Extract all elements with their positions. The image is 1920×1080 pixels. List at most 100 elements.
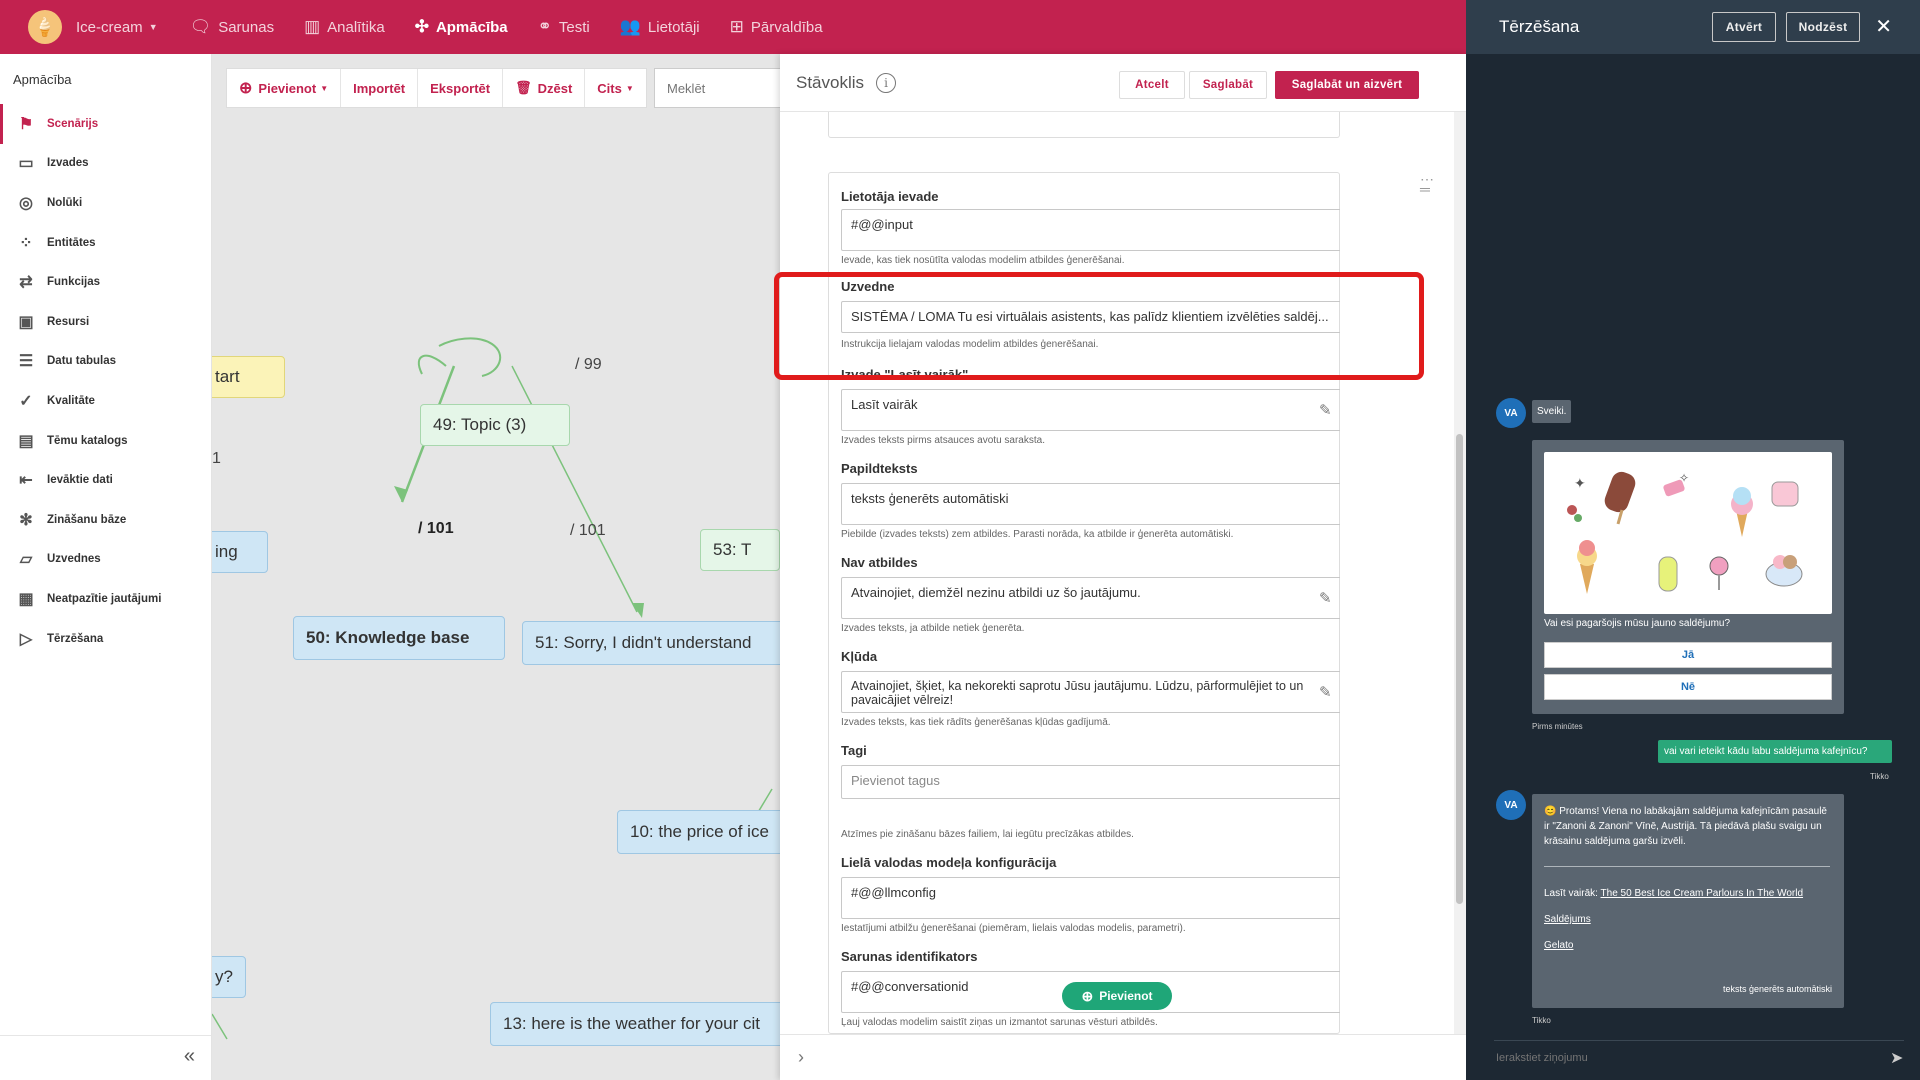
info-icon[interactable]: i bbox=[876, 72, 897, 93]
import-button[interactable]: Importēt bbox=[341, 69, 419, 107]
chevron-right-icon[interactable]: › bbox=[798, 1047, 804, 1068]
edge-arrow-51 bbox=[632, 603, 644, 618]
sidebar-item-izvades[interactable]: ▭ Izvades bbox=[0, 144, 211, 184]
previous-card bbox=[828, 112, 1340, 138]
delete-button[interactable]: 🗑 Dzēst bbox=[503, 69, 586, 107]
sidebar-item-kvalitate[interactable]: ✓ Kvalitāte bbox=[0, 381, 211, 421]
edge-layer bbox=[212, 337, 773, 1040]
field-label-conversation-id: Sarunas identifikators bbox=[841, 949, 978, 964]
nav-sarunas[interactable]: 🗨 Sarunas bbox=[190, 0, 274, 54]
panel-title: Stāvoklis bbox=[796, 72, 865, 92]
field-label-tags: Tagi bbox=[841, 743, 867, 758]
sidebar-item-scenarijs[interactable]: ⚑ Scenārijs bbox=[0, 104, 211, 144]
node-y[interactable]: y? bbox=[212, 956, 246, 998]
close-icon[interactable]: ✕ bbox=[1875, 14, 1892, 39]
send-icon[interactable]: ➤ bbox=[1890, 1048, 1903, 1068]
no-answer-field[interactable]: Atvainojiet, diemžēl nezinu atbildi uz š… bbox=[841, 577, 1340, 619]
svg-text:✧: ✧ bbox=[1679, 471, 1689, 485]
sidebar-divider bbox=[0, 1035, 211, 1036]
search-input[interactable] bbox=[654, 68, 782, 108]
sidebar-item-noluki[interactable]: ◎ Nolūki bbox=[0, 183, 211, 223]
field-help: Atzīmes pie zināšanu bāzes failiem, lai … bbox=[841, 829, 1134, 840]
node-51-sorry[interactable]: 51: Sorry, I didn't understand bbox=[522, 621, 782, 665]
sidebar-item-funkcijas[interactable]: ⇄ Funkcijas bbox=[0, 262, 211, 302]
edit-icon[interactable]: ✎ bbox=[1319, 401, 1332, 419]
sidebar-item-ievaktie-dati[interactable]: ⇤ Ievāktie dati bbox=[0, 460, 211, 500]
read-more-line: Lasīt vairāk: The 50 Best Ice Cream Parl… bbox=[1544, 888, 1804, 899]
chat-title: Tērzēšana bbox=[1499, 17, 1580, 36]
edge-to-13 bbox=[212, 1013, 228, 1040]
collected-data-icon: ⇤ bbox=[19, 472, 33, 490]
tags-input[interactable]: Pievienot tagus bbox=[841, 765, 1340, 799]
brand-switcher[interactable]: 🍦 Ice-cream ▼ bbox=[28, 10, 158, 44]
user-input-field[interactable]: #@@input1192 bbox=[841, 209, 1340, 251]
users-icon: 👥 bbox=[619, 17, 641, 36]
scrollbar-thumb[interactable] bbox=[1456, 434, 1463, 904]
sidebar-item-zinasanu-baze[interactable]: ✻ Zināšanu bāze bbox=[0, 500, 211, 540]
answer-yes-button[interactable]: Jā bbox=[1544, 642, 1832, 668]
source-link[interactable]: The 50 Best Ice Cream Parlours In The Wo… bbox=[1601, 888, 1804, 899]
nav-parvaldiba[interactable]: ⊞ Pārvaldība bbox=[730, 0, 823, 54]
other-menu-button[interactable]: Cits ▼ bbox=[585, 69, 645, 107]
edge-label: / 101 bbox=[418, 520, 454, 537]
edge-label: / 101 bbox=[570, 522, 606, 539]
sidebar-item-entitates[interactable]: ⁘ Entitātes bbox=[0, 223, 211, 263]
nav-analitika[interactable]: ▥ Analītika bbox=[304, 0, 385, 54]
edge-label: 1 bbox=[212, 450, 221, 467]
scenario-icon: ⚑ bbox=[18, 115, 34, 133]
llm-config-field[interactable]: #@@llmconfig1188 bbox=[841, 877, 1340, 919]
node-50-knowledge-base[interactable]: 50: Knowledge base bbox=[293, 616, 505, 660]
error-field[interactable]: Atvainojiet, šķiet, ka nekorekti saprotu… bbox=[841, 671, 1340, 713]
node-start[interactable]: tart bbox=[212, 356, 285, 398]
scenario-canvas[interactable]: ⊕ Pievienot ▼ Importēt Eksportēt 🗑 Dzēst Ci… bbox=[212, 54, 782, 1080]
edge-49-99 bbox=[417, 354, 447, 375]
catalog-icon: ▤ bbox=[18, 432, 34, 450]
highlight-box bbox=[774, 272, 1424, 380]
resources-icon: ▣ bbox=[18, 313, 34, 331]
nav-apmaciba[interactable]: ✣ Apmācība bbox=[415, 0, 508, 54]
source-link[interactable]: Saldējums bbox=[1544, 914, 1591, 925]
extra-text-field[interactable]: teksts ģenerēts automātiski1173 bbox=[841, 483, 1340, 525]
trash-icon: 🗑 bbox=[515, 80, 532, 95]
reply-divider bbox=[1544, 866, 1830, 867]
save-button[interactable]: Saglabāt bbox=[1189, 71, 1267, 99]
nav-testi[interactable]: ⚭ Testi bbox=[538, 0, 590, 54]
collapse-sidebar-icon[interactable]: « bbox=[184, 1045, 195, 1068]
brand-name: Ice-cream bbox=[76, 18, 143, 36]
read-more-field[interactable]: Lasīt vairāk1179 bbox=[841, 389, 1340, 431]
node-10-price[interactable]: 10: the price of ice bbox=[617, 810, 782, 854]
save-and-close-button[interactable]: Saglabāt un aizvērt bbox=[1275, 71, 1419, 99]
chat-input-divider bbox=[1494, 1040, 1904, 1041]
node-49-topic[interactable]: 49: Topic (3) bbox=[420, 404, 570, 446]
node-ing[interactable]: ing bbox=[212, 531, 268, 573]
sidebar-item-temu-katalogs[interactable]: ▤ Tēmu katalogs bbox=[0, 421, 211, 461]
add-button[interactable]: ⊕ Pievienot ▼ bbox=[227, 69, 342, 107]
node-53[interactable]: 53: T bbox=[700, 529, 780, 571]
node-13-weather[interactable]: 13: here is the weather for your cit bbox=[490, 1002, 782, 1046]
export-button[interactable]: Eksportēt bbox=[418, 69, 504, 107]
card-bubble: ✦ ✧ Vai esi pagaršojis mūsu jauno saldēj… bbox=[1532, 440, 1844, 714]
state-panel: Stāvoklis i Atcelt Saglabāt Saglabāt un … bbox=[780, 54, 1466, 1080]
sidebar-item-resursi[interactable]: ▣ Resursi bbox=[0, 302, 211, 342]
nav-lietotaji[interactable]: 👥 Lietotāji bbox=[620, 0, 700, 54]
clear-chat-button[interactable]: Nodzēst bbox=[1786, 12, 1860, 42]
edit-icon[interactable]: ✎ bbox=[1319, 683, 1332, 701]
answer-no-button[interactable]: Nē bbox=[1544, 674, 1832, 700]
edge-49-51 bbox=[511, 365, 638, 613]
sidebar-item-uzvednes[interactable]: ▱ Uzvednes bbox=[0, 540, 211, 580]
source-link[interactable]: Gelato bbox=[1544, 940, 1573, 951]
edit-icon[interactable]: ✎ bbox=[1319, 589, 1332, 607]
sidebar-item-datu-tabulas[interactable]: ☰ Datu tabulas bbox=[0, 342, 211, 382]
bot-avatar: VA bbox=[1496, 790, 1526, 820]
sidebar-item-neatpazitie[interactable]: ▦ Neatpazītie jautājumi bbox=[0, 579, 211, 619]
cancel-button[interactable]: Atcelt bbox=[1119, 71, 1185, 99]
card-menu-icon[interactable]: ⋯ ═ bbox=[1420, 172, 1434, 196]
add-floating-button[interactable]: ⊕ Pievienot bbox=[1062, 982, 1172, 1010]
open-chat-button[interactable]: Atvērt bbox=[1712, 12, 1776, 42]
chat-message-input[interactable] bbox=[1496, 1046, 1876, 1070]
svg-text:✦: ✦ bbox=[1574, 476, 1586, 492]
sidebar-title: Apmācība bbox=[13, 72, 72, 87]
field-help: Ievade, kas tiek nosūtīta valodas modeli… bbox=[841, 255, 1125, 266]
sidebar-item-terzesana[interactable]: ▷ Tērzēšana bbox=[0, 619, 211, 659]
output-icon: ▭ bbox=[18, 155, 34, 173]
